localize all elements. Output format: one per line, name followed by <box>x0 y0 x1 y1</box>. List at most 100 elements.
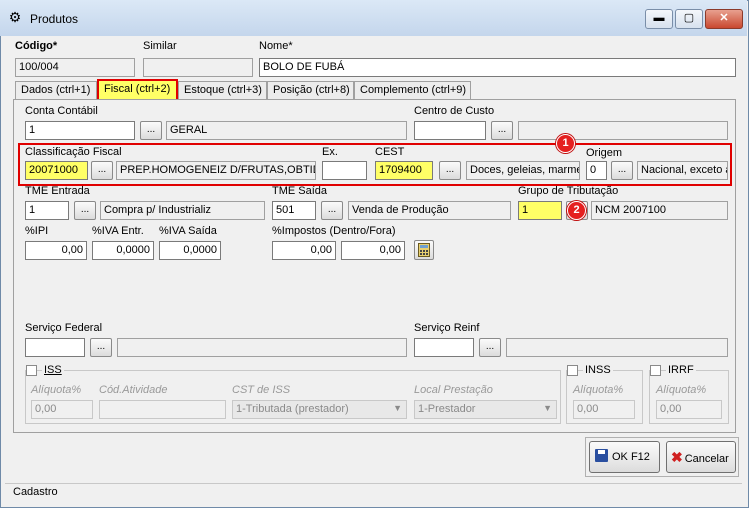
ex-label: Ex. <box>322 146 338 158</box>
app-icon: ⚙ <box>8 9 22 25</box>
similar-field[interactable] <box>143 58 253 77</box>
iss-checkbox[interactable] <box>26 365 37 376</box>
centro-custo-lookup-button[interactable]: ... <box>491 121 513 140</box>
nome-field[interactable]: BOLO DE FUBÁ <box>259 58 736 77</box>
local-prestacao-select[interactable]: 1-Prestador ▼ <box>414 400 557 419</box>
conta-contabil-desc-field: GERAL <box>166 121 407 140</box>
similar-label: Similar <box>143 40 177 52</box>
servico-federal-label: Serviço Federal <box>25 322 103 334</box>
nome-label: Nome* <box>259 40 293 52</box>
chevron-down-icon: ▼ <box>393 403 402 413</box>
tab-fiscal[interactable]: Fiscal (ctrl+2) <box>97 79 178 101</box>
chevron-down-icon: ▼ <box>543 403 552 413</box>
tab-complemento[interactable]: Complemento (ctrl+9) <box>354 81 471 99</box>
inss-aliquota-label: Alíquota% <box>573 384 624 396</box>
conta-contabil-lookup-button[interactable]: ... <box>140 121 162 140</box>
iss-aliquota-label: Alíquota% <box>31 384 82 396</box>
cest-desc-field: Doces, geleias, marme <box>466 161 580 180</box>
cst-iss-value: 1-Tributada (prestador) <box>236 403 349 415</box>
minimize-button[interactable]: ▬ <box>645 9 673 29</box>
origem-code-field[interactable]: 0 <box>586 161 607 180</box>
annotation-badge-1: 1 <box>556 134 575 153</box>
inss-checkbox[interactable] <box>567 365 578 376</box>
tab-estoque[interactable]: Estoque (ctrl+3) <box>178 81 267 99</box>
classificacao-fiscal-code-field[interactable]: 20071000 <box>25 161 88 180</box>
inss-label: INSS <box>583 364 613 376</box>
tme-entrada-lookup-button[interactable]: ... <box>74 201 96 220</box>
status-bar <box>5 483 742 504</box>
impostos-fora-field[interactable]: 0,00 <box>341 241 405 260</box>
tme-entrada-label: TME Entrada <box>25 185 90 197</box>
impostos-label: %Impostos (Dentro/Fora) <box>272 225 396 237</box>
grupo-tributacao-code-field[interactable]: 1 <box>518 201 562 220</box>
iva-saida-field[interactable]: 0,0000 <box>159 241 221 260</box>
tme-entrada-desc-field: Compra p/ Industrializ <box>100 201 265 220</box>
local-prestacao-value: 1-Prestador <box>418 403 476 415</box>
cst-iss-select[interactable]: 1-Tributada (prestador) ▼ <box>232 400 407 419</box>
grupo-tributacao-label: Grupo de Tributação <box>518 185 619 197</box>
servico-federal-lookup-button[interactable]: ... <box>90 338 112 357</box>
cod-atividade-field[interactable] <box>99 400 226 419</box>
cancel-button-label: Cancelar <box>684 453 729 465</box>
iss-label: ISS <box>42 364 64 376</box>
iva-entrada-label: %IVA Entr. <box>92 225 144 237</box>
cod-atividade-label: Cód.Atividade <box>99 384 168 396</box>
tme-saida-desc-field: Venda de Produção <box>348 201 511 220</box>
origem-desc-field: Nacional, exceto a <box>637 161 728 180</box>
origem-lookup-button[interactable]: ... <box>611 161 633 180</box>
irrf-checkbox[interactable] <box>650 365 661 376</box>
annotation-badge-2: 2 <box>567 201 586 220</box>
classificacao-fiscal-desc-field: PREP.HOMOGENEIZ D/FRUTAS,OBTIDOS <box>116 161 316 180</box>
inss-aliquota-field[interactable]: 0,00 <box>573 400 635 419</box>
tab-dados[interactable]: Dados (ctrl+1) <box>15 81 97 99</box>
cancel-icon: ✖ <box>671 449 683 465</box>
save-icon <box>595 449 608 462</box>
tab-posicao[interactable]: Posição (ctrl+8) <box>267 81 354 99</box>
irrf-aliquota-field[interactable]: 0,00 <box>656 400 722 419</box>
ipi-field[interactable]: 0,00 <box>25 241 87 260</box>
classificacao-fiscal-label: Classificação Fiscal <box>25 146 122 158</box>
ok-button[interactable]: OK F12 <box>589 441 660 473</box>
servico-reinf-code-field[interactable] <box>414 338 474 357</box>
status-text: Cadastro <box>13 486 58 498</box>
codigo-field[interactable]: 100/004 <box>15 58 135 77</box>
servico-federal-desc-field <box>117 338 407 357</box>
servico-federal-code-field[interactable] <box>25 338 85 357</box>
window-title: Produtos <box>30 12 79 26</box>
impostos-dentro-field[interactable]: 0,00 <box>272 241 336 260</box>
servico-reinf-label: Serviço Reinf <box>414 322 480 334</box>
tme-saida-lookup-button[interactable]: ... <box>321 201 343 220</box>
servico-reinf-lookup-button[interactable]: ... <box>479 338 501 357</box>
centro-custo-label: Centro de Custo <box>414 105 495 117</box>
irrf-label: IRRF <box>666 364 696 376</box>
local-prestacao-label: Local Prestação <box>414 384 493 396</box>
conta-contabil-label: Conta Contábil <box>25 105 98 117</box>
ex-field[interactable] <box>322 161 367 180</box>
iss-aliquota-field[interactable]: 0,00 <box>31 400 93 419</box>
iva-saida-label: %IVA Saída <box>159 225 217 237</box>
tme-saida-code-field[interactable]: 501 <box>272 201 316 220</box>
grupo-tributacao-desc-field: NCM 2007100 <box>591 201 728 220</box>
origem-label: Origem <box>586 147 623 159</box>
cancel-button[interactable]: ✖ Cancelar <box>666 441 736 473</box>
irrf-aliquota-label: Alíquota% <box>656 384 707 396</box>
calculator-icon[interactable] <box>414 240 434 260</box>
classificacao-fiscal-lookup-button[interactable]: ... <box>91 161 113 180</box>
maximize-button[interactable]: ▢ <box>675 9 703 29</box>
tme-entrada-code-field[interactable]: 1 <box>25 201 69 220</box>
cest-code-field[interactable]: 1709400 <box>375 161 433 180</box>
codigo-label: Código* <box>15 40 58 52</box>
tme-saida-label: TME Saída <box>272 185 328 197</box>
cest-label: CEST <box>375 146 405 158</box>
title-bar <box>0 0 747 36</box>
cst-iss-label: CST de ISS <box>232 384 291 396</box>
centro-custo-desc-field <box>518 121 728 140</box>
conta-contabil-code-field[interactable]: 1 <box>25 121 135 140</box>
iva-entrada-field[interactable]: 0,0000 <box>92 241 154 260</box>
cest-lookup-button[interactable]: ... <box>439 161 461 180</box>
close-button[interactable]: ✕ <box>705 9 743 29</box>
centro-custo-code-field[interactable] <box>414 121 486 140</box>
ok-button-label: OK F12 <box>612 451 650 463</box>
servico-reinf-desc-field <box>506 338 728 357</box>
ipi-label: %IPI <box>25 225 49 237</box>
